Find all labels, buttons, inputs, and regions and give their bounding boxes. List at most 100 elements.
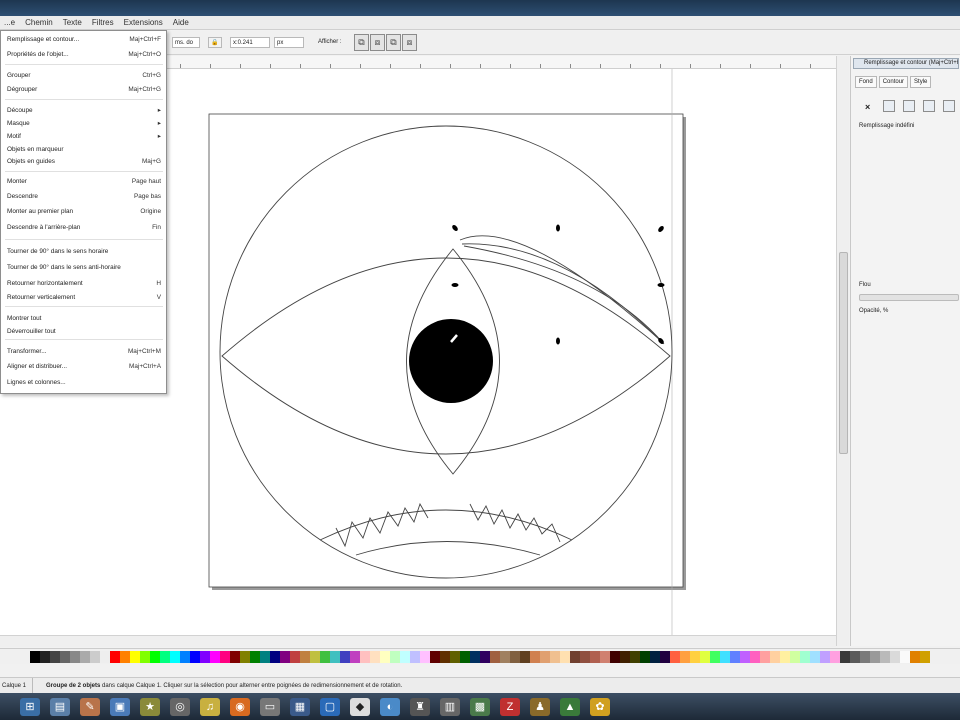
color-swatch[interactable] [350,650,360,663]
color-swatch[interactable] [150,650,160,663]
color-swatch[interactable] [480,650,490,663]
color-swatch[interactable] [180,650,190,663]
color-swatch[interactable] [500,650,510,663]
color-swatch[interactable] [690,650,700,663]
pattern-button[interactable] [943,100,955,112]
flat-color-button[interactable] [883,100,895,112]
color-swatch[interactable] [320,650,330,663]
color-swatch[interactable] [250,650,260,663]
tab-style[interactable]: Style [910,76,932,88]
color-swatch[interactable] [170,650,180,663]
color-swatch[interactable] [370,650,380,663]
color-swatch[interactable] [450,650,460,663]
color-swatch[interactable] [680,650,690,663]
menu-item-filtres[interactable]: Filtres [92,18,114,27]
height-field[interactable]: x:0.241 [230,37,270,48]
color-swatch[interactable] [770,650,780,663]
scale-stroke-icon[interactable]: ⧉ [354,34,369,51]
color-swatch[interactable] [490,650,500,663]
app-icon-11[interactable]: ▥ [440,697,460,716]
color-swatch[interactable] [460,650,470,663]
menu-item[interactable]: Descendre Page bas [7,192,163,201]
color-swatch[interactable] [360,650,370,663]
color-swatch[interactable] [210,650,220,663]
color-swatch[interactable] [900,650,910,663]
color-swatch[interactable] [600,650,610,663]
tab-contour[interactable]: Contour [878,76,909,88]
filezilla-icon[interactable]: Z [500,697,520,716]
blur-slider[interactable] [859,294,959,301]
app-icon-12[interactable]: ▩ [470,697,490,716]
color-swatch[interactable] [100,650,110,663]
color-swatch[interactable] [90,650,100,663]
panel-title[interactable]: Remplissage et contour (Maj+Ctrl+F) [853,58,959,69]
color-swatch[interactable] [140,650,150,663]
color-swatch[interactable] [620,650,630,663]
color-swatch[interactable] [110,650,120,663]
no-paint-icon[interactable]: × [865,102,870,112]
color-swatch[interactable] [410,650,420,663]
color-swatch[interactable] [70,650,80,663]
color-swatch[interactable] [870,650,880,663]
color-swatch[interactable] [380,650,390,663]
menu-item[interactable]: Descendre à l'arrière-plan Fin [7,223,163,232]
color-swatch[interactable] [570,650,580,663]
menu-item-extensions[interactable]: Extensions [124,18,163,27]
menu-item-texte[interactable]: Texte [63,18,82,27]
color-swatch[interactable] [860,650,870,663]
menu-item[interactable]: Objets en marqueur [7,145,163,154]
scale-corners-icon[interactable]: ⧈ [370,34,385,51]
color-swatch[interactable] [50,650,60,663]
color-swatch[interactable] [130,650,140,663]
menu-item[interactable]: Transformer... Maj+Ctrl+M [7,347,163,356]
color-swatch[interactable] [730,650,740,663]
color-swatch[interactable] [200,650,210,663]
handle-e[interactable] [657,283,665,287]
color-swatch[interactable] [890,650,900,663]
menu-item[interactable]: Montrer tout [7,314,163,323]
color-swatch[interactable] [510,650,520,663]
color-swatch[interactable] [270,650,280,663]
color-swatch[interactable] [750,650,760,663]
color-swatch[interactable] [310,650,320,663]
tab-fond[interactable]: Fond [855,76,877,88]
color-swatch[interactable] [850,650,860,663]
handle-s[interactable] [556,337,560,345]
menu-item[interactable]: Retourner verticalement V [7,293,163,302]
color-swatch[interactable] [80,650,90,663]
color-swatch[interactable] [530,650,540,663]
color-swatch[interactable] [760,650,770,663]
app-icon-8[interactable]: ▢ [320,697,340,716]
color-swatch[interactable] [910,650,920,663]
pupil[interactable] [409,319,493,403]
color-swatch[interactable] [630,650,640,663]
color-swatch[interactable] [340,650,350,663]
menu-item[interactable]: Propriétés de l'objet... Maj+Ctrl+O [7,50,163,59]
handle-w[interactable] [451,283,459,287]
color-swatch[interactable] [240,650,250,663]
color-swatch[interactable] [590,650,600,663]
radial-gradient-button[interactable] [923,100,935,112]
menu-item-objet[interactable]: ...e [4,18,15,27]
color-swatch[interactable] [540,650,550,663]
menu-item-chemin[interactable]: Chemin [25,18,53,27]
layer-select[interactable]: Calque 1 [0,678,33,694]
app-icon-14[interactable]: ▲ [560,697,580,716]
app-icon-13[interactable]: ♟ [530,697,550,716]
menu-item[interactable]: Grouper Ctrl+G [7,71,163,80]
color-swatch[interactable] [550,650,560,663]
color-swatch[interactable] [640,650,650,663]
color-swatch[interactable] [720,650,730,663]
color-swatch[interactable] [700,650,710,663]
color-swatch[interactable] [440,650,450,663]
menu-item[interactable]: Monter Page haut [7,177,163,186]
color-swatch[interactable] [300,650,310,663]
menu-item[interactable]: Retourner horizontalement H [7,279,163,288]
app-icon-2[interactable]: ▣ [110,697,130,716]
color-swatch[interactable] [420,650,430,663]
menu-item[interactable]: Dégrouper Maj+Ctrl+G [7,85,163,94]
color-swatch[interactable] [230,650,240,663]
app-icon-10[interactable]: ♜ [410,697,430,716]
color-swatch[interactable] [120,650,130,663]
color-swatch[interactable] [810,650,820,663]
